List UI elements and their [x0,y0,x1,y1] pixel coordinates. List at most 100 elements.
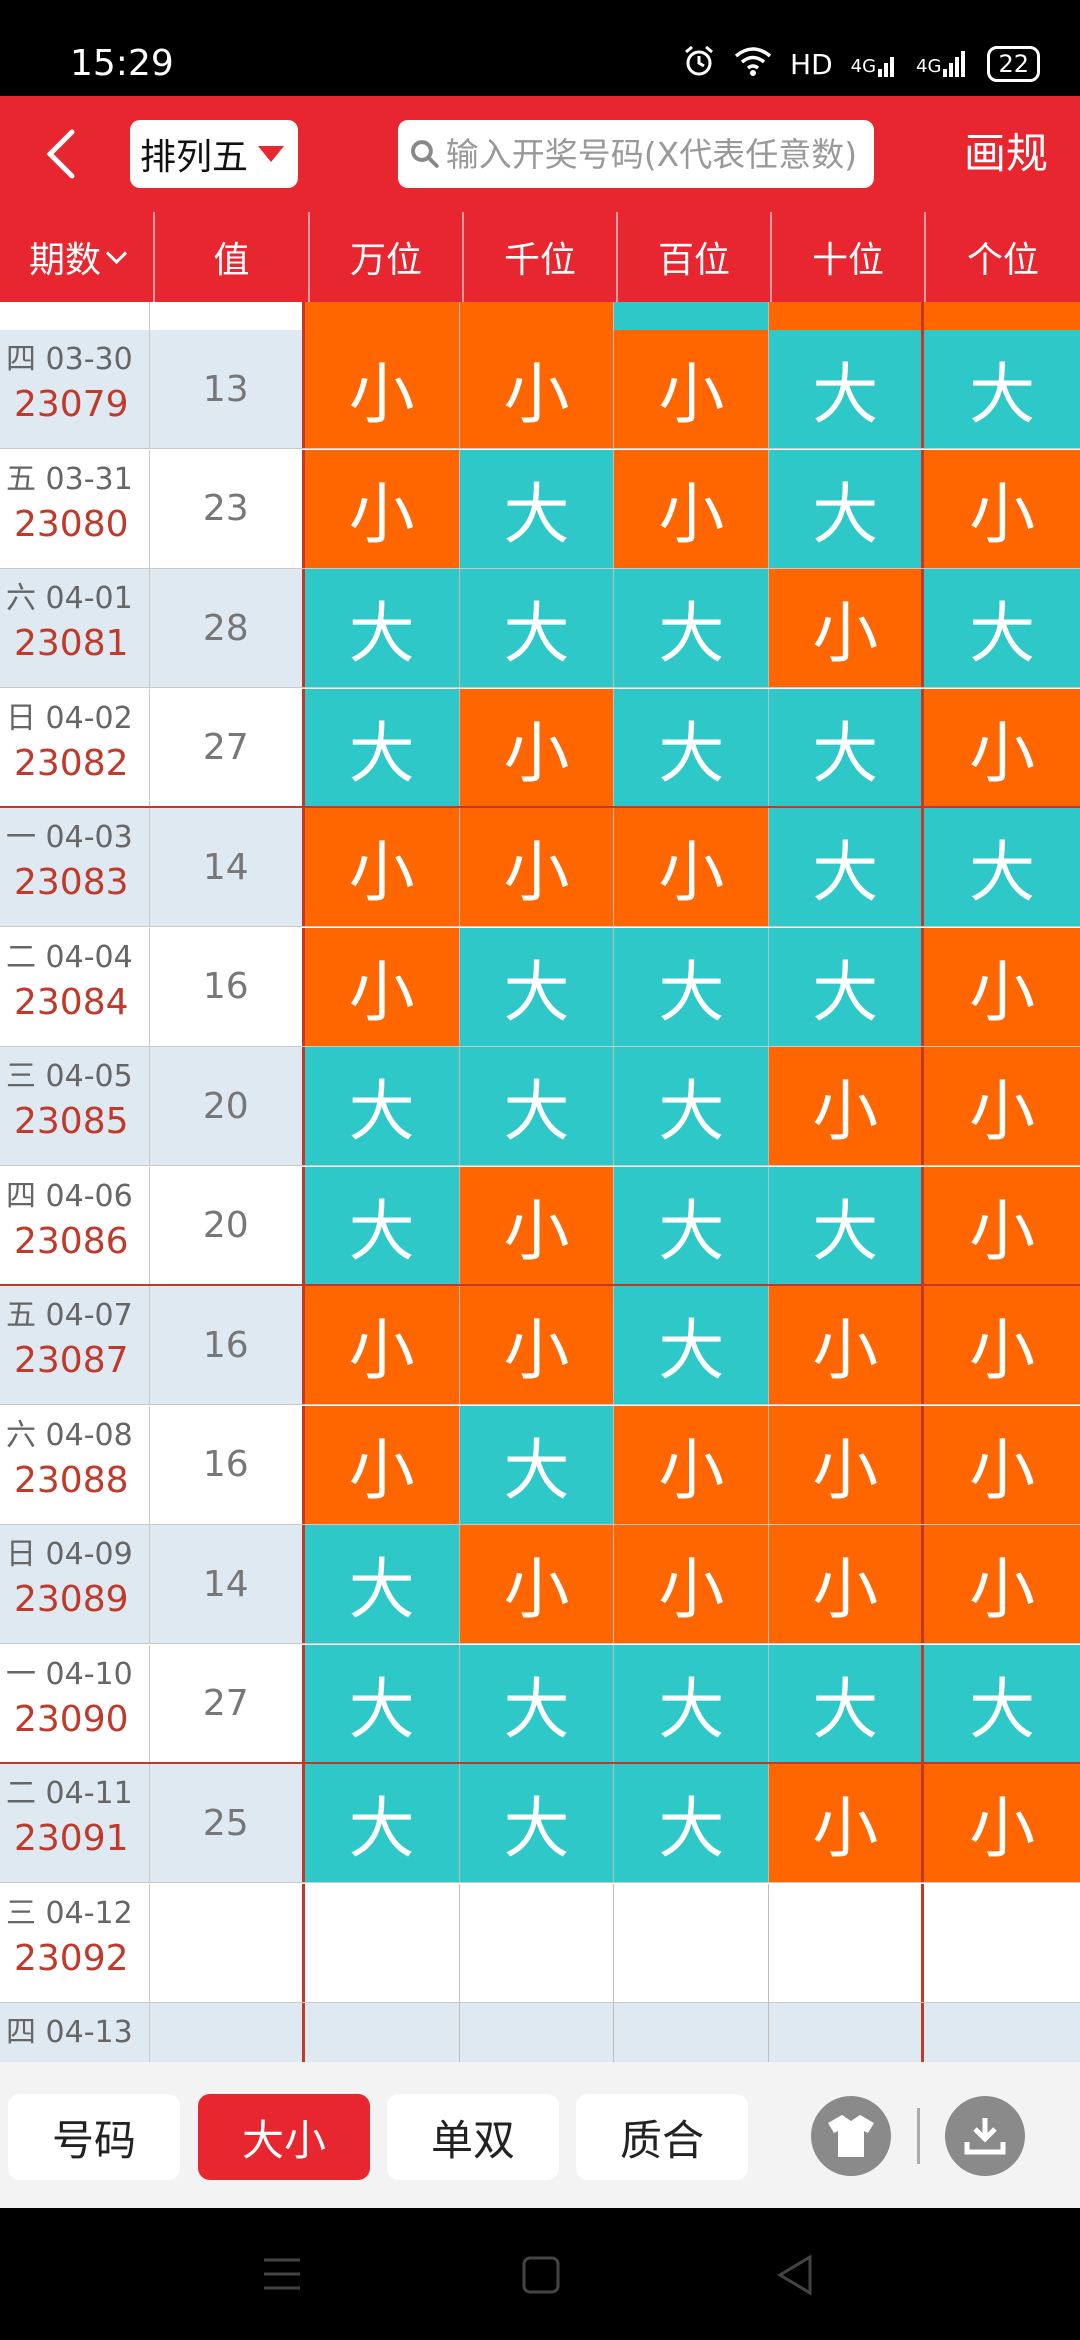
chevron-down-icon [105,242,128,264]
value-cell: 27 [150,1644,305,1763]
cell-wan: 大 [304,1166,460,1285]
value-cell: 16 [150,1405,305,1524]
value-cell: 28 [149,569,305,687]
period-issue: 23079 [14,384,129,425]
battery-icon: 22 [987,46,1040,82]
period-date: 五 03-31 [6,461,133,497]
period-date: 四 04-13 [6,2015,133,2050]
cell-ge: 小 [924,1764,1080,1882]
cell-shi [769,302,925,330]
menu-icon[interactable] [262,2256,302,2292]
column-value: 值 [155,212,310,302]
period-cell: 四 04-13 [0,2003,150,2062]
download-button[interactable] [945,2096,1025,2176]
period-cell: 二 04-04 23084 [0,927,150,1046]
cell-bai: 小 [614,1525,770,1643]
period-date: 二 04-04 [6,939,133,975]
column-period[interactable]: 期数 [0,212,155,302]
cell-shi [769,1883,925,2002]
period-cell: 六 04-01 23081 [0,569,150,687]
cell-wan: 大 [304,1525,460,1643]
tab-parity[interactable]: 单双 [387,2094,559,2180]
cell-qian: 小 [459,330,615,448]
table-row: 六 04-08 23088 16 小大小小小 [0,1405,1080,1525]
value-cell: 23 [150,449,305,568]
column-header: 期数 值 万位 千位 百位 十位 个位 [0,212,1080,302]
cell-qian: 小 [459,1286,615,1404]
cell-qian: 小 [459,1525,615,1643]
period-date: 四 03-30 [6,342,133,377]
cell-wan: 大 [304,1764,460,1882]
cell-wan [304,302,460,330]
table-row: 二 04-04 23084 16 小大大大小 [0,927,1080,1047]
period-cell: 五 04-07 23087 [0,1286,150,1404]
cell-ge: 小 [924,1525,1080,1643]
cell-ge [924,1884,1080,2002]
table-row: 四 04-13 [0,2003,1080,2062]
cell-bai: 大 [614,569,770,687]
back-arrow-icon [46,129,75,179]
table-row: 四 04-06 23086 20 大小大大小 [0,1166,1080,1286]
cell-shi: 小 [769,1405,925,1524]
skin-button[interactable] [811,2096,891,2176]
cell-bai: 大 [614,927,770,1046]
cell-qian: 大 [459,449,615,568]
cell-shi [769,2003,925,2062]
back-triangle-icon[interactable] [776,2254,814,2296]
cell-shi: 大 [769,808,925,926]
hd-label: HD [790,47,833,81]
tab-size[interactable]: 大小 [198,2094,370,2180]
cell-shi: 大 [769,449,925,568]
cell-shi: 小 [769,1525,925,1643]
value-cell: 25 [149,1764,305,1882]
cell-bai: 小 [614,449,770,568]
period-cell: 一 04-10 23090 [0,1644,150,1763]
shirt-icon [828,2115,874,2157]
search-input[interactable] [443,133,874,175]
cell-bai: 大 [614,1166,770,1285]
period-cell: 二 04-11 23091 [0,1764,150,1882]
period-date: 三 04-12 [6,1895,133,1931]
cell-qian: 小 [459,808,615,926]
cell-qian: 大 [459,569,615,687]
cell-bai: 大 [614,688,770,807]
column-ge: 个位 [966,240,1039,281]
cell-ge [924,302,1080,330]
column-bai: 百位 [618,212,772,302]
cell-qian: 大 [459,1405,615,1524]
cell-wan: 大 [304,688,460,807]
value-cell: 27 [150,688,305,807]
table-row-partial [0,302,1080,331]
cell-bai: 小 [614,330,770,448]
period-issue: 23090 [14,1698,129,1740]
period-issue: 23092 [14,1937,129,1979]
net-label-2: 4G [916,56,942,77]
cell-qian: 小 [459,1166,615,1285]
cell-shi: 小 [769,1764,925,1882]
table-row: 三 04-12 23092 [0,1883,1080,2003]
period-issue: 23083 [14,862,129,903]
search-box[interactable] [398,120,874,188]
cell-wan: 小 [304,1286,460,1404]
period-date: 日 04-09 [6,1537,133,1572]
back-button[interactable] [30,120,90,188]
cell-wan: 大 [304,1644,460,1763]
cell-ge [924,2003,1080,2062]
period-date: 六 04-08 [6,1417,133,1453]
tab-prime[interactable]: 质合 [576,2094,748,2180]
tab-number[interactable]: 号码 [8,2094,180,2180]
table-row: 五 03-31 23080 23 小大小大小 [0,449,1080,569]
cell-ge: 大 [924,569,1080,687]
cell-bai: 小 [614,808,770,926]
draw-rule-button[interactable]: 画规 [964,124,1048,184]
cell-shi: 大 [769,330,925,448]
lottery-select[interactable]: 排列五 [130,120,298,188]
signal-4g-1: 4G [851,51,898,77]
value-cell: 16 [150,927,305,1046]
search-icon [410,140,439,168]
download-icon [964,2118,1006,2155]
value-cell: 14 [149,1525,305,1643]
period-issue: 23086 [14,1220,129,1262]
home-square-icon[interactable] [522,2256,560,2294]
trend-table[interactable]: 四 03-30 23079 13 小小小大大五 03-31 23080 23 小大小大小六 … [0,302,1080,2062]
